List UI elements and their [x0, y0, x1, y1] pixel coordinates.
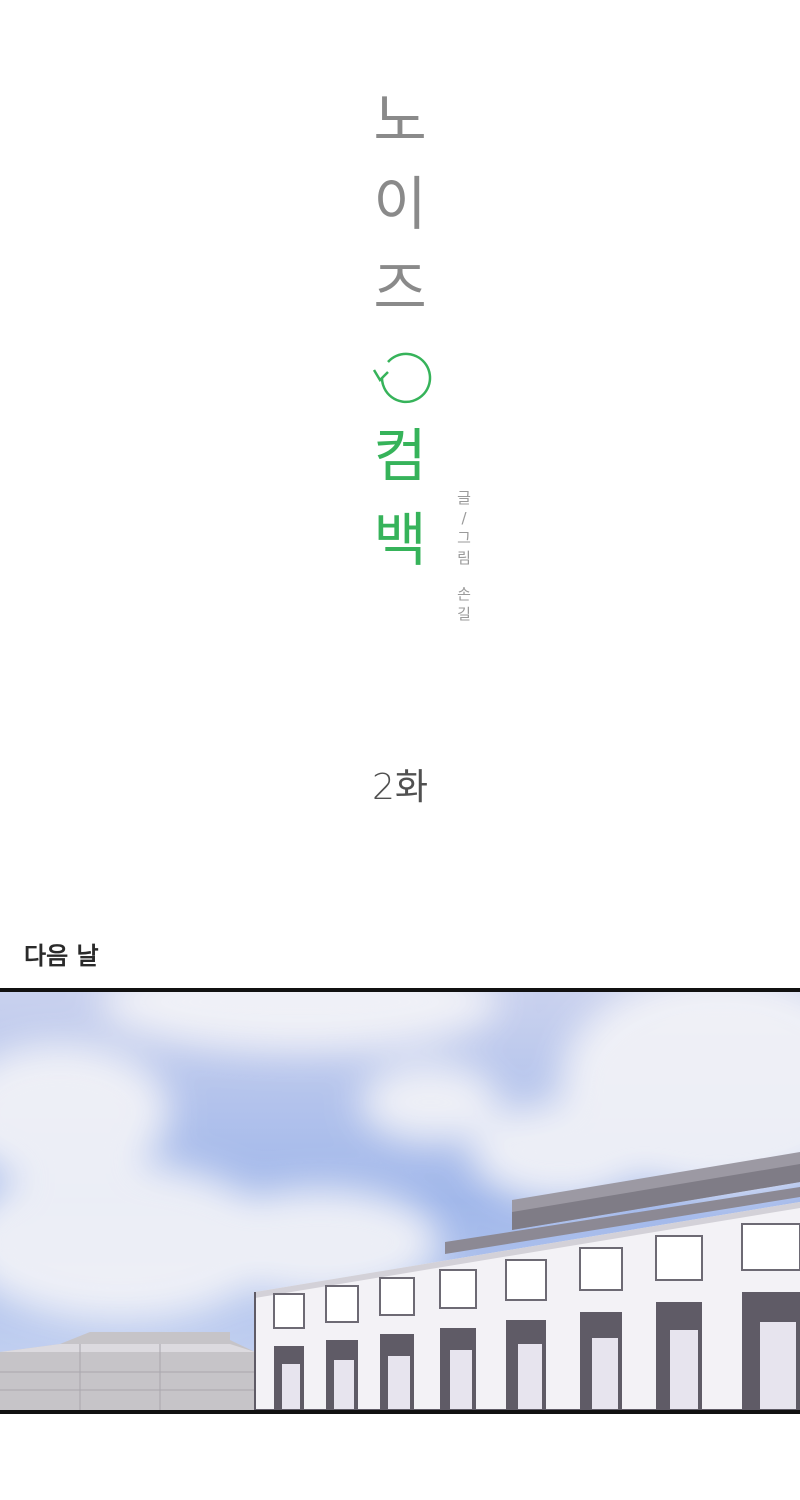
title-char: 컴: [373, 422, 427, 490]
credit-char: 손: [457, 585, 471, 603]
comic-panel: [0, 988, 800, 1414]
title-char: 백: [373, 506, 427, 574]
title-char: 이: [373, 170, 427, 238]
title-char: 노: [373, 86, 427, 154]
school-building-illustration: [0, 992, 800, 1410]
credit-char: 그: [457, 529, 471, 547]
credit-char: 글: [457, 489, 471, 507]
credit-char: /: [461, 509, 467, 527]
series-title: 노 이 즈 컴 백: [360, 78, 440, 582]
scene-caption: 다음 날: [24, 942, 99, 970]
episode-number: 2화: [371, 767, 429, 808]
credit-char: 길: [457, 605, 471, 623]
title-char: 즈: [373, 254, 427, 322]
loop-arrow-icon: [360, 330, 440, 414]
author-credit: 글 / 그 림 손 길: [452, 488, 476, 624]
credit-char: 림: [457, 549, 471, 567]
